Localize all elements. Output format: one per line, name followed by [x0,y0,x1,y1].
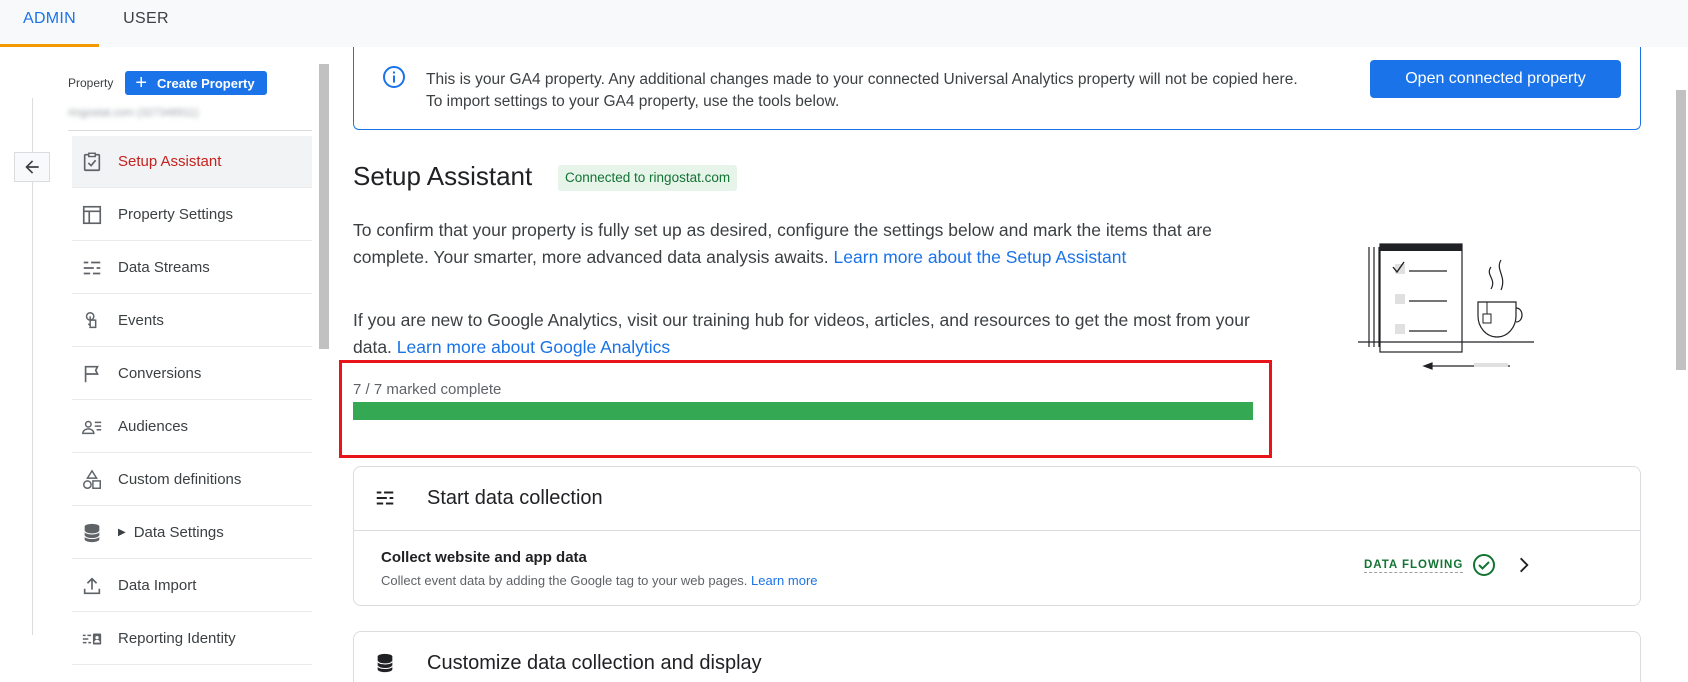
info-icon [382,65,406,94]
setup-description: To confirm that your property is fully s… [353,217,1253,271]
collect-data-row[interactable]: Collect website and app data Collect eve… [354,531,1640,605]
create-property-label: Create Property [157,75,255,91]
admin-nav: Property + Create Property ringostat.com… [60,47,320,682]
sidebar-item-audiences[interactable]: Audiences [72,401,312,453]
plus-icon: + [135,72,148,94]
sidebar-item-label: Data Streams [118,259,210,276]
property-selector[interactable]: ringostat.com (327348911) [68,107,243,121]
learn-more-setup-link[interactable]: Learn more about the Setup Assistant [834,247,1127,267]
create-property-button[interactable]: + Create Property [125,71,267,95]
data-streams-icon [374,487,396,514]
property-header: Property + Create Property [68,71,267,95]
row-subtitle: Collect event data by adding the Google … [381,573,818,588]
sidebar-item-reporting-identity[interactable]: Reporting Identity [72,613,312,665]
back-button[interactable] [14,152,50,182]
page-title: Setup Assistant [353,161,533,191]
ua-connection-banner: This is your GA4 property. Any additiona… [353,47,1641,130]
training-description: If you are new to Google Analytics, visi… [353,307,1253,361]
nav-divider [68,130,312,131]
card-header: Start data collection [354,467,1640,531]
card-title: Start data collection [427,487,603,509]
customize-data-collection-card: Customize data collection and display [353,631,1641,682]
sidebar-item-setup-assistant[interactable]: Setup Assistant [72,136,312,188]
shapes-icon [80,468,104,492]
sidebar-item-label: Data Settings [133,524,224,541]
database-icon [80,521,104,545]
sidebar-item-label: Conversions [118,365,202,382]
identity-icon [80,627,104,651]
arrow-left-icon [25,160,39,174]
checklist-illustration [1344,242,1540,387]
banner-line-1: This is your GA4 property. Any additiona… [426,71,1298,88]
sidebar-item-label: Property Settings [118,206,234,223]
nav-scrollbar[interactable] [319,64,329,349]
row-title: Collect website and app data [381,549,587,566]
sidebar-item-label: Reporting Identity [118,630,236,647]
sidebar-item-events[interactable]: Events [72,295,312,347]
sidebar-item-data-settings[interactable]: ▶ Data Settings [72,507,312,559]
top-tab-bar: ADMIN USER [0,0,1688,47]
learn-more-ga-link[interactable]: Learn more about Google Analytics [397,337,670,357]
sidebar-item-label: Custom definitions [118,471,242,488]
card-header: Customize data collection and display [354,632,1640,682]
card-title: Customize data collection and display [427,652,762,674]
sidebar-item-property-settings[interactable]: Property Settings [72,189,312,241]
banner-line-2: To import settings to your GA4 property,… [426,93,840,110]
left-rail [0,47,60,682]
upload-icon [80,574,104,598]
sidebar-item-data-import[interactable]: Data Import [72,560,312,612]
learn-more-link[interactable]: Learn more [751,573,817,588]
layout-icon [80,203,104,227]
sidebar-item-label: Setup Assistant [118,153,222,170]
clipboard-check-icon [80,150,104,174]
tab-user[interactable]: USER [106,0,186,47]
highlight-box [339,360,1272,458]
caret-right-icon[interactable]: ▶ [118,527,126,538]
flag-icon [80,362,104,386]
banner-text: This is your GA4 property. Any additiona… [426,69,1298,113]
database-icon [374,652,396,679]
sidebar-item-label: Events [118,312,164,329]
data-flowing-status[interactable]: DATA FLOWING [1364,559,1464,573]
audience-icon [80,415,104,439]
chevron-right-icon[interactable] [1514,555,1534,580]
main-scrollbar[interactable] [1676,90,1686,370]
row-subtitle-text: Collect event data by adding the Google … [381,573,752,588]
sidebar-item-data-streams[interactable]: Data Streams [72,242,312,294]
sidebar-item-label: Data Import [118,577,197,594]
tab-admin[interactable]: ADMIN [0,0,99,47]
connected-badge: Connected to ringostat.com [558,165,738,191]
sidebar-item-label: Audiences [118,418,189,435]
start-data-collection-card: Start data collection Collect website an… [353,466,1641,606]
open-connected-property-button[interactable]: Open connected property [1370,60,1621,98]
data-streams-icon [80,256,104,280]
touch-icon [80,309,104,333]
sidebar-item-conversions[interactable]: Conversions [72,348,312,400]
property-label: Property [68,76,114,90]
sidebar-item-custom-definitions[interactable]: Custom definitions [72,454,312,506]
check-circle-icon [1472,553,1496,582]
main-content: This is your GA4 property. Any additiona… [339,47,1644,682]
